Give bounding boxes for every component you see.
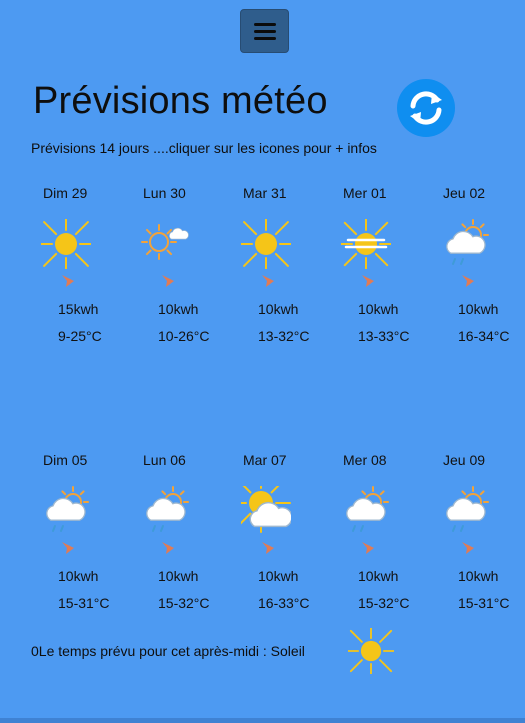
- menu-bar-icon: [253, 22, 276, 26]
- temperature-range: 13-33°C: [358, 328, 410, 344]
- wind-direction-icon: [160, 540, 176, 556]
- energy-value: 10kwh: [358, 301, 399, 317]
- temperature-range: 15-31°C: [458, 595, 510, 611]
- afternoon-forecast-text: 0Le temps prévu pour cet après-midi : So…: [31, 643, 305, 659]
- day-label: Mer 01: [343, 185, 387, 201]
- refresh-icon: [410, 91, 442, 125]
- wind-direction-icon: [260, 540, 276, 556]
- forecast-day: Jeu 02 10kwh 16-34°C: [430, 185, 525, 360]
- menu-bar-icon: [253, 29, 276, 33]
- energy-value: 10kwh: [158, 301, 199, 317]
- energy-value: 10kwh: [258, 568, 299, 584]
- day-label: Lun 30: [143, 185, 186, 201]
- wind-direction-icon: [360, 273, 376, 289]
- temperature-range: 16-34°C: [458, 328, 510, 344]
- temperature-range: 16-33°C: [258, 595, 310, 611]
- cloud-sun-rain-icon[interactable]: [441, 219, 491, 269]
- menu-bar-icon: [253, 36, 276, 40]
- day-label: Dim 05: [43, 452, 88, 468]
- temperature-range: 10-26°C: [158, 328, 210, 344]
- cloud-sun-rain-icon[interactable]: [141, 486, 191, 536]
- cloud-sun-rain-icon[interactable]: [41, 486, 91, 536]
- temperature-range: 9-25°C: [58, 328, 102, 344]
- temperature-range: 13-32°C: [258, 328, 310, 344]
- page-subtitle: Prévisions 14 jours ....cliquer sur les …: [31, 140, 377, 156]
- wind-direction-icon: [360, 540, 376, 556]
- sun-icon: [341, 621, 401, 681]
- energy-value: 15kwh: [58, 301, 99, 317]
- wind-direction-icon: [260, 273, 276, 289]
- forecast-day: Dim 05 10kwh 15-31°C: [30, 452, 130, 627]
- day-label: Lun 06: [143, 452, 186, 468]
- energy-value: 10kwh: [458, 568, 499, 584]
- forecast-day: Lun 06 10kwh 15-32°C: [130, 452, 230, 627]
- sun-icon[interactable]: [34, 212, 98, 276]
- wind-direction-icon: [60, 273, 76, 289]
- sun-behind-cloud-icon[interactable]: [231, 473, 293, 536]
- forecast-day: Mar 07 10kwh 16-33°C: [230, 452, 330, 627]
- energy-value: 10kwh: [458, 301, 499, 317]
- page-title: Prévisions météo: [33, 80, 328, 122]
- forecast-day: Jeu 09 10kwh 15-31°C: [430, 452, 525, 627]
- forecast-day: Mer 01 10kwh 13-33°C: [330, 185, 430, 360]
- day-label: Mar 07: [243, 452, 287, 468]
- energy-value: 10kwh: [58, 568, 99, 584]
- temperature-range: 15-31°C: [58, 595, 110, 611]
- energy-value: 10kwh: [358, 568, 399, 584]
- wind-direction-icon: [160, 273, 176, 289]
- forecast-day: Lun 30 10kwh 10-26°C: [130, 185, 230, 360]
- energy-value: 10kwh: [258, 301, 299, 317]
- energy-value: 10kwh: [158, 568, 199, 584]
- sun-icon[interactable]: [234, 212, 298, 276]
- page-bottom-border: [0, 718, 525, 723]
- day-label: Mer 08: [343, 452, 387, 468]
- forecast-day: Mer 08 10kwh 15-32°C: [330, 452, 430, 627]
- day-label: Dim 29: [43, 185, 88, 201]
- refresh-button[interactable]: [397, 79, 455, 137]
- forecast-day: Dim 29 15kwh 9-25°C: [30, 185, 130, 360]
- sun-small-cloud-icon[interactable]: [141, 219, 191, 269]
- temperature-range: 15-32°C: [358, 595, 410, 611]
- wind-direction-icon: [460, 273, 476, 289]
- day-label: Jeu 02: [443, 185, 486, 201]
- cloud-sun-rain-icon[interactable]: [441, 486, 491, 536]
- sun-haze-icon[interactable]: [335, 213, 397, 275]
- hamburger-menu-button[interactable]: [240, 9, 289, 53]
- day-label: Jeu 09: [443, 452, 486, 468]
- top-bar: [0, 0, 525, 62]
- wind-direction-icon: [60, 540, 76, 556]
- day-label: Mar 31: [243, 185, 287, 201]
- wind-direction-icon: [460, 540, 476, 556]
- forecast-day: Mar 31 10kwh 13-32°C: [230, 185, 330, 360]
- temperature-range: 15-32°C: [158, 595, 210, 611]
- cloud-sun-rain-icon[interactable]: [341, 486, 391, 536]
